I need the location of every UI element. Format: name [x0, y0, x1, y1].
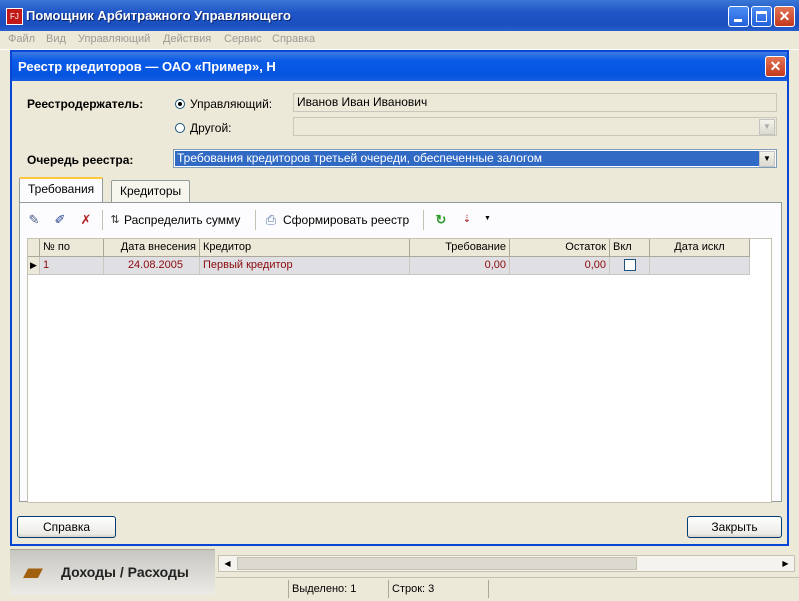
holder-label: Реестродержатель:	[27, 97, 144, 111]
toolbar-separator	[255, 210, 256, 230]
distribute-icon: ⇅	[110, 214, 120, 226]
grid-cell[interactable]: Первый кредитор	[200, 257, 410, 275]
horizontal-scrollbar[interactable]: ◀ ▶	[218, 555, 795, 572]
grid-header[interactable]: Вкл	[610, 239, 650, 257]
menu-view[interactable]: Вид	[46, 33, 66, 45]
grid-header[interactable]: Дата внесения	[104, 239, 200, 257]
status-empty	[488, 580, 788, 598]
maximize-button[interactable]	[751, 6, 772, 27]
maximize-icon	[756, 11, 767, 22]
dialog-titlebar: Реестр кредиторов — ОАО «Пример», Н ✕	[12, 52, 787, 81]
statusbar: Выделено: 1 Строк: 3	[216, 577, 799, 601]
printer-icon: ⎙	[265, 212, 277, 227]
manager-field: Иванов Иван Иванович	[293, 93, 777, 112]
menu-manager[interactable]: Управляющий	[78, 33, 150, 45]
menubar: Файл Вид Управляющий Действия Сервис Спр…	[0, 31, 799, 50]
scroll-right-icon[interactable]: ▶	[778, 556, 793, 571]
tab-claims[interactable]: Требования	[19, 177, 104, 202]
dialog-close-button[interactable]: ✕	[765, 56, 786, 77]
scroll-thumb[interactable]	[237, 557, 637, 570]
close-dialog-button[interactable]: Закрыть	[687, 516, 782, 538]
queue-label: Очередь реестра:	[27, 153, 134, 167]
queue-value: Требования кредиторов третьей очереди, о…	[175, 151, 759, 166]
radio-manager-label: Управляющий:	[190, 97, 273, 111]
books-icon: ▰	[23, 556, 43, 586]
grid-indicator-header	[28, 239, 40, 257]
app-icon: FJ	[6, 8, 23, 25]
menu-service[interactable]: Сервис	[224, 33, 262, 45]
tab-creditors[interactable]: Кредиторы	[111, 180, 191, 202]
row-pointer-icon: ▶	[28, 257, 40, 275]
claims-grid: № по Дата внесения Кредитор Требование О…	[27, 238, 772, 503]
status-selected: Выделено: 1	[288, 580, 388, 598]
close-button[interactable]: ✕	[774, 6, 795, 27]
sort-icon[interactable]: ⇣	[458, 211, 476, 229]
queue-combo[interactable]: Требования кредиторов третьей очереди, о…	[173, 149, 777, 168]
distribute-button[interactable]: Распределить сумму	[124, 213, 240, 227]
outlook-bar-income-expenses[interactable]: ▰ Доходы / Расходы	[10, 549, 215, 595]
menu-help[interactable]: Справка	[272, 33, 315, 45]
menu-file[interactable]: Файл	[8, 33, 35, 45]
chevron-down-icon[interactable]: ▼	[484, 215, 491, 222]
registry-dialog: Реестр кредиторов — ОАО «Пример», Н ✕ Ре…	[10, 50, 789, 546]
radio-manager[interactable]	[175, 99, 185, 109]
delete-record-icon[interactable]: ✗	[77, 211, 95, 229]
form-registry-button[interactable]: Сформировать реестр	[283, 213, 409, 227]
menu-actions[interactable]: Действия	[163, 33, 211, 45]
minimize-button[interactable]	[728, 6, 749, 27]
grid-cell[interactable]	[650, 257, 750, 275]
radio-other-label: Другой:	[190, 121, 232, 135]
included-checkbox[interactable]	[624, 259, 636, 271]
other-holder-combo: ▼	[293, 117, 777, 136]
close-icon: ✕	[778, 8, 791, 24]
grid-header[interactable]: Остаток	[510, 239, 610, 257]
grid-cell[interactable]: 1	[40, 257, 104, 275]
grid-header[interactable]: № по	[40, 239, 104, 257]
grid-header[interactable]: Требование	[410, 239, 510, 257]
scroll-left-icon[interactable]: ◀	[220, 556, 235, 571]
grid-cell[interactable]: 0,00	[410, 257, 510, 275]
tab-panel: ✎ ✐ ✗ ⇅ Распределить сумму ⎙ Сформироват…	[19, 202, 782, 503]
minimize-icon	[734, 19, 742, 22]
grid-header[interactable]: Кредитор	[200, 239, 410, 257]
close-icon: ✕	[769, 58, 782, 74]
toolbar-separator	[423, 210, 424, 230]
toolbar-separator	[102, 210, 103, 230]
radio-other[interactable]	[175, 123, 185, 133]
outlook-label: Доходы / Расходы	[61, 564, 189, 580]
grid-cell	[610, 257, 650, 275]
grid-header[interactable]: Дата искл	[650, 239, 750, 257]
status-rows: Строк: 3	[388, 580, 488, 598]
dialog-title: Реестр кредиторов — ОАО «Пример», Н	[18, 59, 276, 74]
app-title: Помощник Арбитражного Управляющего	[26, 8, 291, 23]
edit-record-icon[interactable]: ✐	[51, 211, 69, 229]
help-button[interactable]: Справка	[17, 516, 116, 538]
refresh-icon[interactable]: ↻	[432, 211, 450, 229]
grid-cell[interactable]: 0,00	[510, 257, 610, 275]
grid-cell[interactable]: 24.08.2005	[104, 257, 200, 275]
add-record-icon[interactable]: ✎	[25, 211, 43, 229]
main-titlebar: FJ Помощник Арбитражного Управляющего ✕	[0, 0, 799, 31]
chevron-down-icon[interactable]: ▼	[759, 151, 775, 167]
chevron-down-icon: ▼	[759, 119, 775, 135]
